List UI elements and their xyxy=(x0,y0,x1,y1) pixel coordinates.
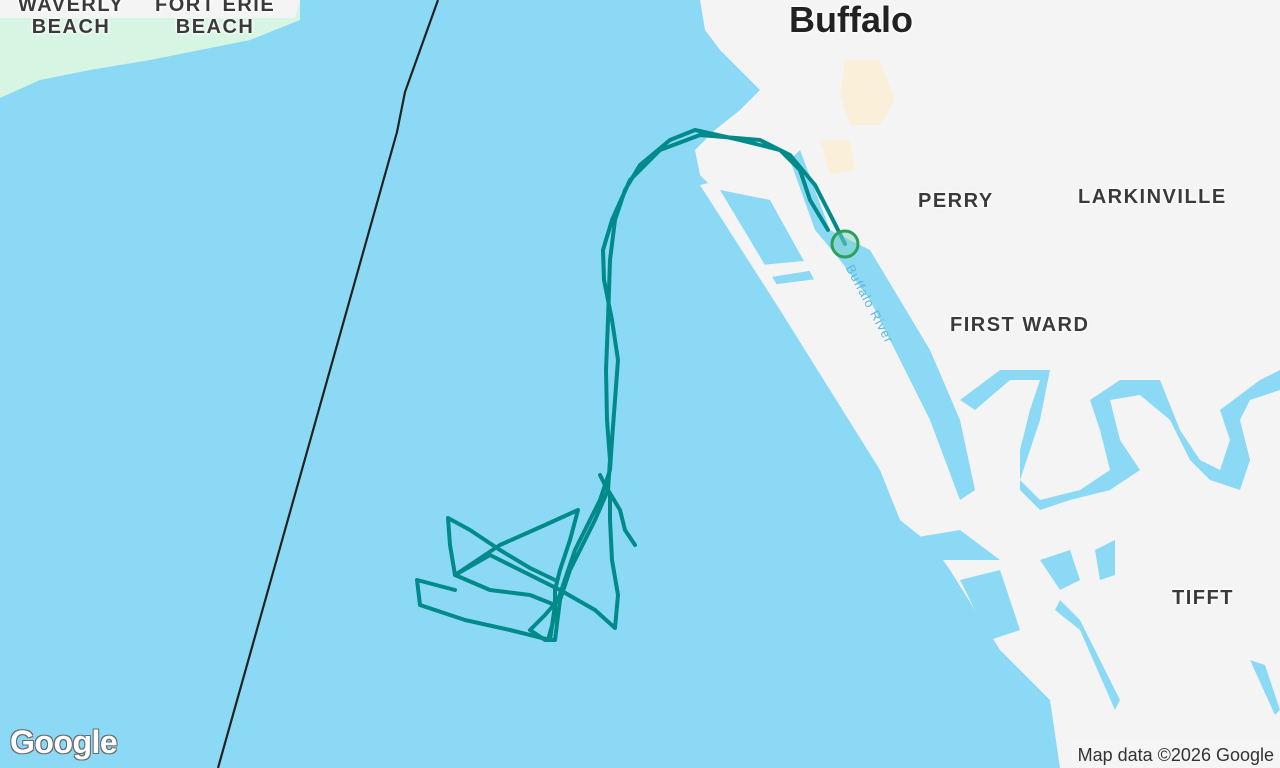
map-canvas xyxy=(0,0,1280,768)
label-fort-erie-beach: FORT ERIE BEACH xyxy=(155,0,276,38)
google-logo: Google xyxy=(10,724,118,760)
label-waverly-beach: WAVERLY BEACH xyxy=(18,0,125,38)
label-larkinville: LARKINVILLE xyxy=(1078,186,1227,208)
start-circle-icon xyxy=(830,229,860,259)
label-first-ward: FIRST WARD xyxy=(950,314,1090,336)
label-tifft: TIFFT xyxy=(1172,587,1234,609)
label-buffalo: Buffalo xyxy=(789,0,913,40)
label-perry: PERRY xyxy=(918,190,994,212)
map-attribution[interactable]: Map data ©2026 Google xyxy=(1071,742,1280,768)
map-view[interactable]: WAVERLY BEACH FORT ERIE BEACH Buffalo PE… xyxy=(0,0,1280,768)
